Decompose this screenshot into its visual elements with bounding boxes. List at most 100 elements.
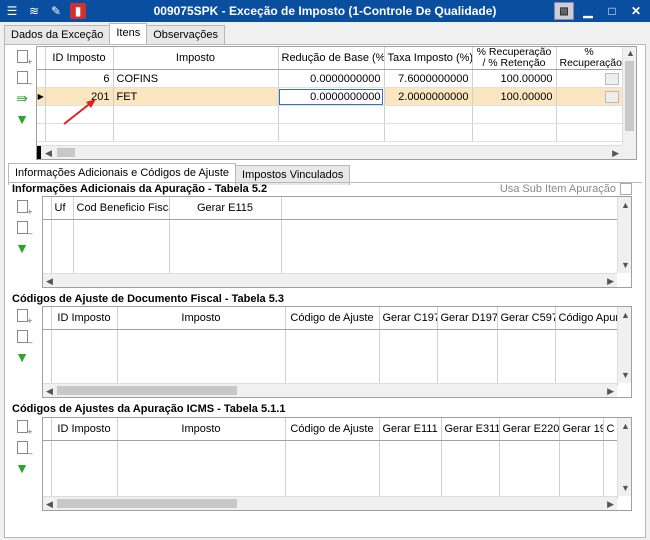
col-reducao-base[interactable]: Redução de Base (%) xyxy=(278,47,385,70)
cell-recuperacao-retencao[interactable]: 100.00000 xyxy=(472,69,557,88)
scroll-up-icon[interactable]: ▲ xyxy=(621,200,630,210)
col-imposto[interactable]: Imposto xyxy=(117,307,286,330)
dropdown-button[interactable] xyxy=(604,72,619,85)
col-id-imposto[interactable]: ID Imposto xyxy=(51,307,118,330)
usa-sub-item-checkbox[interactable]: Usa Sub Item Apuração xyxy=(500,183,632,196)
col-id-imposto[interactable]: ID Imposto xyxy=(45,47,114,70)
main-tabs: Dados da Exceção Itens Observações xyxy=(4,23,226,45)
col-codigo-ajuste[interactable]: Código de Ajuste xyxy=(285,307,380,330)
close-button[interactable]: ✕ xyxy=(626,2,646,20)
maximize-button[interactable]: □ xyxy=(602,2,622,20)
section3-toolbar: ▼ xyxy=(12,418,33,481)
scroll-down-icon[interactable]: ▼ xyxy=(621,370,630,380)
col-recuperacao-retencao[interactable]: % Recuperação / % Retenção xyxy=(472,47,557,70)
title-bar: ☰ ≋ ✎ ▮ 009075SPK - Exceção de Imposto (… xyxy=(0,0,650,22)
col-codigo-apuracao[interactable]: Código Apuração xyxy=(555,307,618,330)
section1-vscroll[interactable]: ▲ ▼ xyxy=(617,197,631,273)
codigos-ajuste-documento-grid[interactable]: ID Imposto Imposto Código de Ajuste Gera… xyxy=(42,306,632,398)
scroll-up-icon[interactable]: ▲ xyxy=(621,421,630,431)
remove-row-icon[interactable] xyxy=(14,69,33,88)
scroll-left-icon[interactable]: ◀ xyxy=(45,148,52,159)
col-truncated[interactable]: C xyxy=(603,418,618,441)
section-title-tabela-53: Códigos de Ajuste de Documento Fiscal - … xyxy=(12,293,284,305)
section-title-tabela-52: Informações Adicionais da Apuração - Tab… xyxy=(12,183,268,195)
scroll-right-icon[interactable]: ▶ xyxy=(607,276,614,287)
cell-imposto[interactable]: COFINS xyxy=(113,69,279,88)
minimize-button[interactable]: ▁ xyxy=(578,2,598,20)
items-toolbar: ⇛ ▼ xyxy=(12,48,33,132)
remove-row-icon[interactable] xyxy=(14,439,33,458)
tab-dados-excecao[interactable]: Dados da Exceção xyxy=(4,25,111,45)
remove-row-icon[interactable] xyxy=(14,219,33,238)
cell-imposto[interactable]: FET xyxy=(113,87,279,106)
tab-observacoes[interactable]: Observações xyxy=(146,25,226,45)
items-grid-header: ID Imposto Imposto Redução de Base (%) T… xyxy=(37,47,623,70)
table-row[interactable]: 6 COFINS 0.0000000000 7.6000000000 100.0… xyxy=(37,69,623,88)
section-title-tabela-511: Códigos de Ajustes da Apuração ICMS - Ta… xyxy=(12,403,286,415)
cell-reducao[interactable]: 0.0000000000 xyxy=(278,87,385,106)
col-recuperacao[interactable]: % Recuperação xyxy=(556,47,623,70)
add-row-icon[interactable] xyxy=(14,48,33,67)
section2-toolbar: ▼ xyxy=(12,307,33,370)
remove-row-icon[interactable] xyxy=(14,328,33,347)
cell-recuperacao[interactable] xyxy=(556,69,623,88)
scroll-left-icon[interactable]: ◀ xyxy=(46,499,53,510)
add-row-icon[interactable] xyxy=(14,418,33,437)
tab-itens[interactable]: Itens xyxy=(109,23,148,45)
window-title: 009075SPK - Exceção de Imposto (1-Contro… xyxy=(153,4,497,18)
scroll-left-icon[interactable]: ◀ xyxy=(46,386,53,397)
expand-down-icon[interactable]: ▼ xyxy=(14,460,30,476)
scroll-down-icon[interactable]: ▼ xyxy=(621,483,630,493)
add-row-icon[interactable] xyxy=(14,307,33,326)
section1-toolbar: ▼ xyxy=(12,198,33,261)
image-icon[interactable]: ▧ xyxy=(554,2,574,20)
items-grid[interactable]: ID Imposto Imposto Redução de Base (%) T… xyxy=(36,46,637,160)
expand-down-icon[interactable]: ▼ xyxy=(14,240,30,256)
col-gerar-d197[interactable]: Gerar D197 xyxy=(437,307,498,330)
expand-down-icon[interactable]: ▼ xyxy=(14,349,30,365)
cell-taxa[interactable]: 2.0000000000 xyxy=(384,87,473,106)
col-id-imposto[interactable]: ID Imposto xyxy=(51,418,118,441)
col-taxa-imposto[interactable]: Taxa Imposto (%) xyxy=(384,47,473,70)
scroll-right-icon[interactable]: ▶ xyxy=(607,499,614,510)
scroll-left-icon[interactable]: ◀ xyxy=(46,276,53,287)
section3-hscroll[interactable]: ◀ ▶ xyxy=(43,496,617,510)
col-imposto[interactable]: Imposto xyxy=(117,418,286,441)
annotation-arrow-icon xyxy=(63,99,96,125)
scroll-up-icon[interactable]: ▲ xyxy=(626,48,635,58)
section2-hscroll[interactable]: ◀ ▶ xyxy=(43,383,617,397)
col-gerar-c197[interactable]: Gerar C197 xyxy=(379,307,438,330)
col-gerar-e111[interactable]: Gerar E111 xyxy=(379,418,442,441)
edit-row-icon[interactable]: ⇛ xyxy=(14,90,30,106)
cell-taxa[interactable]: 7.6000000000 xyxy=(384,69,473,88)
cell-recuperacao-retencao[interactable]: 100.00000 xyxy=(472,87,557,106)
dropdown-button[interactable] xyxy=(604,90,619,103)
col-gerar-1921[interactable]: Gerar 1921 xyxy=(559,418,604,441)
col-gerar-e115[interactable]: Gerar E115 xyxy=(169,197,282,220)
col-uf[interactable]: Uf xyxy=(51,197,74,220)
add-row-icon[interactable] xyxy=(14,198,33,217)
col-codigo-ajuste[interactable]: Código de Ajuste xyxy=(285,418,380,441)
col-cod-beneficio[interactable]: Cod Beneficio Fiscal xyxy=(73,197,170,220)
scroll-down-icon[interactable]: ▼ xyxy=(621,260,630,270)
table-row-selected[interactable]: ▶ 201 FET 0.0000000000 2.0000000000 100.… xyxy=(37,87,623,106)
col-gerar-e311[interactable]: Gerar E311 xyxy=(441,418,500,441)
expand-down-icon[interactable]: ▼ xyxy=(14,111,30,127)
cell-recuperacao[interactable] xyxy=(556,87,623,106)
cell-id-imposto[interactable]: 6 xyxy=(45,69,114,88)
section3-vscroll[interactable]: ▲ ▼ xyxy=(617,418,631,496)
col-imposto[interactable]: Imposto xyxy=(113,47,279,70)
scroll-up-icon[interactable]: ▲ xyxy=(621,310,630,320)
section2-vscroll[interactable]: ▲ ▼ xyxy=(617,307,631,383)
informacoes-grid[interactable]: Uf Cod Beneficio Fiscal Gerar E115 ▲ ▼ ◀… xyxy=(42,196,632,288)
col-gerar-e220[interactable]: Gerar E220 xyxy=(499,418,560,441)
scroll-right-icon[interactable]: ▶ xyxy=(607,386,614,397)
items-vscroll[interactable]: ▲ xyxy=(622,47,636,145)
codigos-ajuste-apuracao-grid[interactable]: ID Imposto Imposto Código de Ajuste Gera… xyxy=(42,417,632,511)
section1-hscroll[interactable]: ◀ ▶ xyxy=(43,273,617,287)
col-gerar-c597[interactable]: Gerar C597 xyxy=(497,307,556,330)
cell-reducao[interactable]: 0.0000000000 xyxy=(278,69,385,88)
scroll-right-icon[interactable]: ▶ xyxy=(612,148,619,159)
row-pointer-icon: ▶ xyxy=(37,87,46,106)
items-hscroll[interactable]: ◀ ▶ xyxy=(37,145,622,159)
